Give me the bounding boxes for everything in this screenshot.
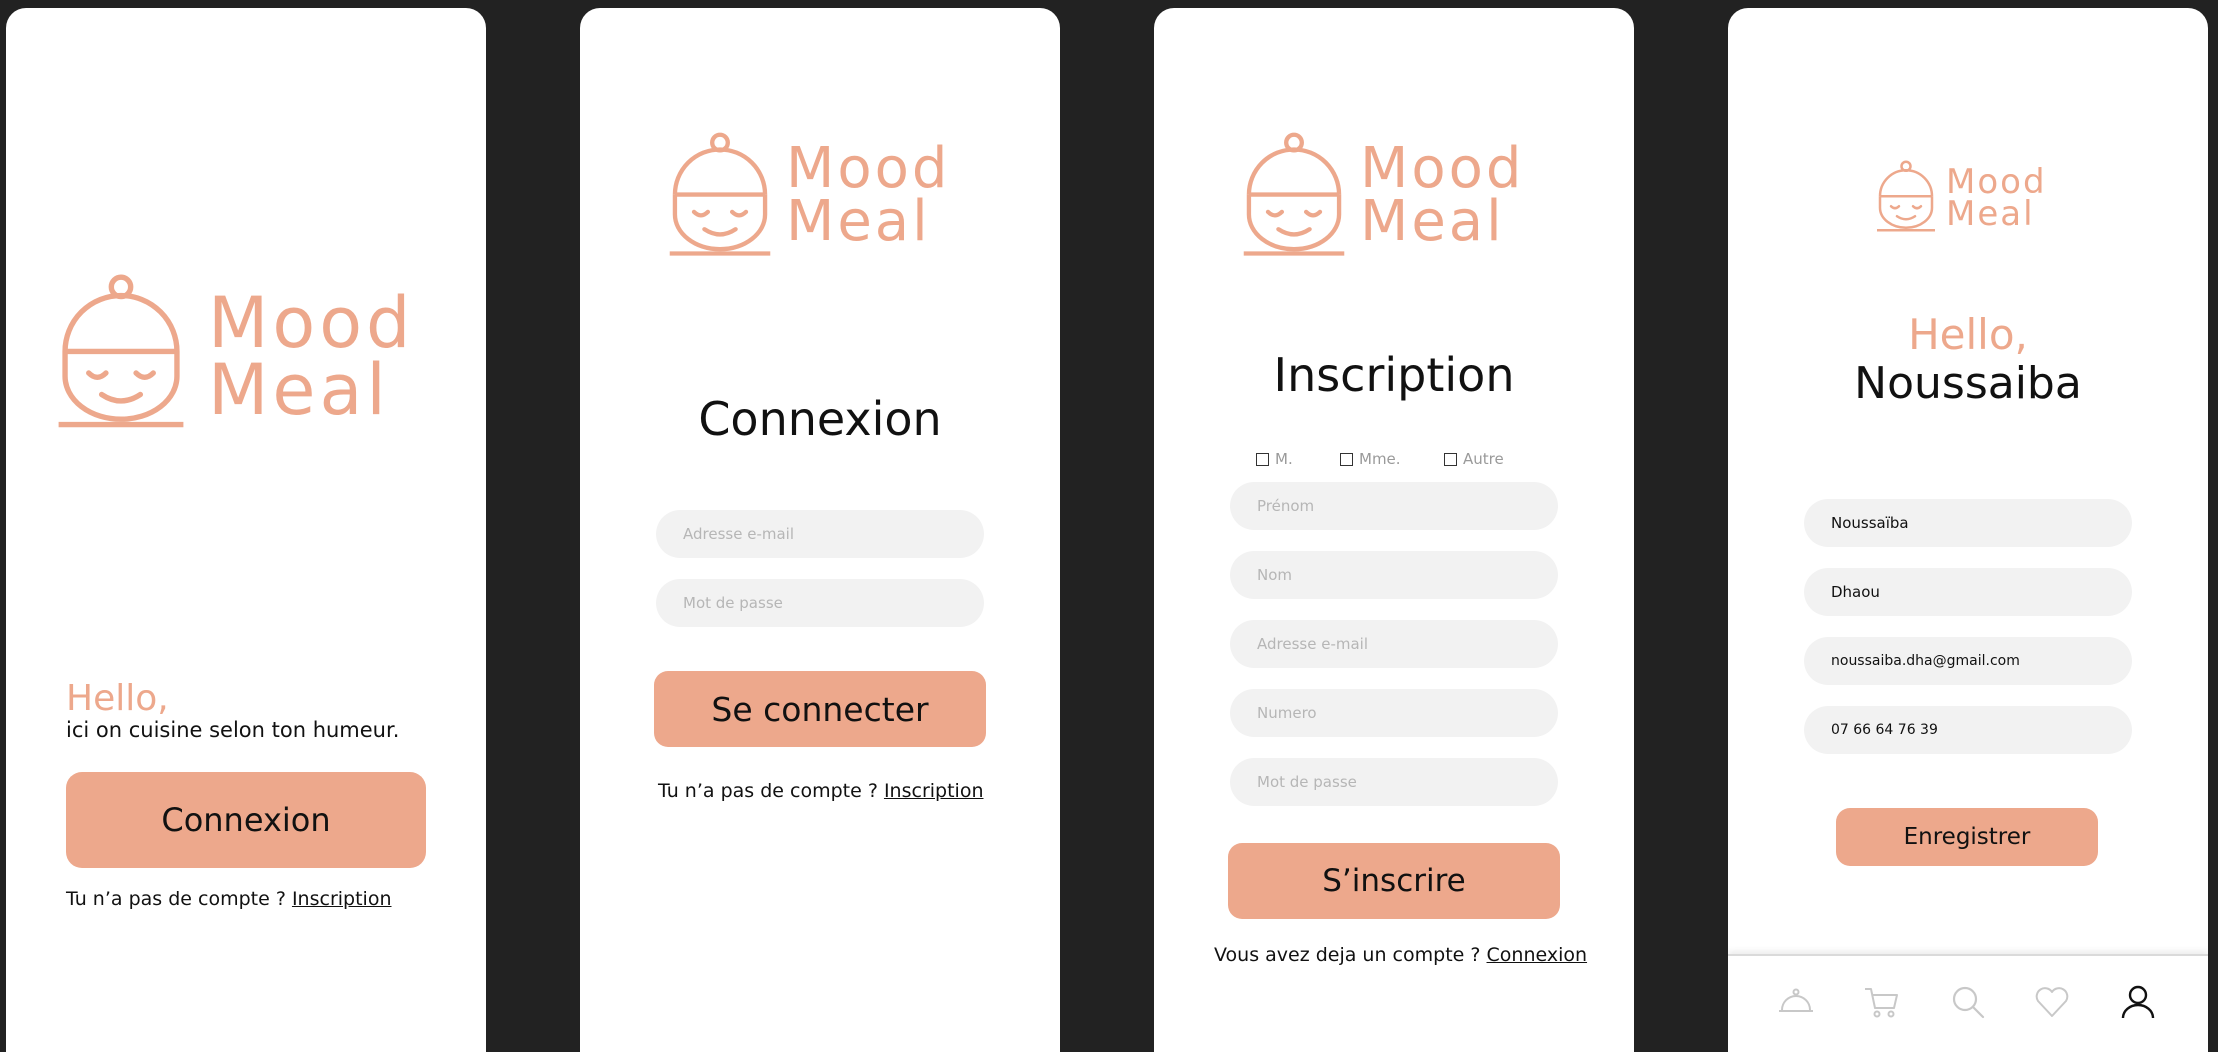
tab-profile[interactable] bbox=[2118, 982, 2158, 1022]
mascot-icon bbox=[56, 274, 186, 430]
tab-home[interactable] bbox=[1776, 982, 1816, 1022]
password-field[interactable] bbox=[656, 579, 984, 627]
signup-prompt: Tu n’a pas de compte ? Inscription bbox=[658, 780, 984, 802]
gender-option-autre[interactable]: Autre bbox=[1444, 450, 1504, 468]
profile-name: Noussaiba bbox=[1854, 358, 2082, 409]
search-icon bbox=[1952, 986, 1985, 1019]
email-field[interactable] bbox=[1230, 620, 1558, 668]
checkbox-icon[interactable] bbox=[1340, 452, 1353, 466]
mascot-icon bbox=[1876, 160, 1936, 232]
brand-line-2: Meal bbox=[1360, 189, 1505, 255]
lastname-field[interactable] bbox=[1804, 568, 2132, 616]
signup-link[interactable]: Inscription bbox=[884, 780, 984, 802]
profile-screen: Mood Meal Hello, Noussaiba Enregistrer bbox=[1728, 8, 2208, 1052]
login-submit-button[interactable]: Se connecter bbox=[654, 671, 986, 747]
gender-label: Autre bbox=[1463, 450, 1504, 468]
user-icon bbox=[2121, 985, 2155, 1019]
brand-line-1: Mood bbox=[1360, 136, 1525, 201]
signup-submit-button[interactable]: S’inscrire bbox=[1228, 843, 1560, 919]
brand-logo: Mood Meal bbox=[668, 132, 947, 258]
brand-logo: Mood Meal bbox=[1876, 160, 2045, 233]
cart-icon bbox=[1865, 988, 1898, 1018]
tab-favorites[interactable] bbox=[2032, 982, 2072, 1022]
have-account-text: Vous avez deja un compte ? bbox=[1214, 944, 1481, 966]
login-screen: Mood Meal Connexion Se connecter Tu n’a … bbox=[580, 8, 1060, 1052]
login-link[interactable]: Connexion bbox=[1487, 944, 1588, 966]
gender-label: M. bbox=[1275, 450, 1293, 468]
no-account-text: Tu n’a pas de compte ? bbox=[658, 780, 878, 802]
save-button[interactable]: Enregistrer bbox=[1836, 808, 2098, 866]
checkbox-icon[interactable] bbox=[1444, 452, 1457, 466]
mascot-icon bbox=[1242, 132, 1346, 258]
password-field[interactable] bbox=[1230, 758, 1558, 806]
page-title: Connexion bbox=[698, 392, 942, 446]
brand-line-1: Mood bbox=[208, 282, 415, 364]
brand-logo: Mood Meal bbox=[1242, 132, 1521, 258]
brand-line-2: Meal bbox=[1946, 194, 2035, 235]
gender-option-m[interactable]: M. bbox=[1256, 450, 1293, 468]
bottom-tab-bar bbox=[1728, 954, 2208, 1052]
signup-screen: Mood Meal Inscription M. Mme. Autre S’in… bbox=[1154, 8, 1634, 1052]
brand-line-1: Mood bbox=[786, 136, 951, 201]
phone-field[interactable] bbox=[1230, 689, 1558, 737]
cloche-icon bbox=[1779, 988, 1813, 1012]
heart-icon bbox=[2035, 987, 2069, 1017]
no-account-text: Tu n’a pas de compte ? bbox=[66, 888, 286, 910]
login-button[interactable]: Connexion bbox=[66, 772, 426, 868]
mascot-icon bbox=[668, 132, 772, 258]
email-field[interactable] bbox=[656, 510, 984, 558]
gender-label: Mme. bbox=[1359, 450, 1401, 468]
tab-cart[interactable] bbox=[1862, 982, 1902, 1022]
welcome-screen: Mood Meal Hello, ici on cuisine selon to… bbox=[6, 8, 486, 1052]
checkbox-icon[interactable] bbox=[1256, 452, 1269, 466]
page-title: Inscription bbox=[1273, 348, 1515, 402]
profile-greeting: Hello, bbox=[1908, 310, 2028, 359]
lastname-field[interactable] bbox=[1230, 551, 1558, 599]
tab-search[interactable] bbox=[1948, 982, 1988, 1022]
phone-field[interactable] bbox=[1804, 706, 2132, 754]
brand-line-2: Meal bbox=[208, 348, 390, 431]
signup-link[interactable]: Inscription bbox=[292, 888, 392, 910]
firstname-field[interactable] bbox=[1230, 482, 1558, 530]
welcome-greeting: Hello, bbox=[66, 678, 169, 719]
welcome-tagline: ici on cuisine selon ton humeur. bbox=[66, 718, 400, 742]
login-prompt: Vous avez deja un compte ? Connexion bbox=[1214, 944, 1587, 966]
gender-option-mme[interactable]: Mme. bbox=[1340, 450, 1401, 468]
email-field[interactable] bbox=[1804, 637, 2132, 685]
brand-line-2: Meal bbox=[786, 189, 931, 255]
brand-logo: Mood Meal bbox=[56, 274, 410, 430]
signup-prompt: Tu n’a pas de compte ? Inscription bbox=[66, 888, 392, 910]
firstname-field[interactable] bbox=[1804, 499, 2132, 547]
